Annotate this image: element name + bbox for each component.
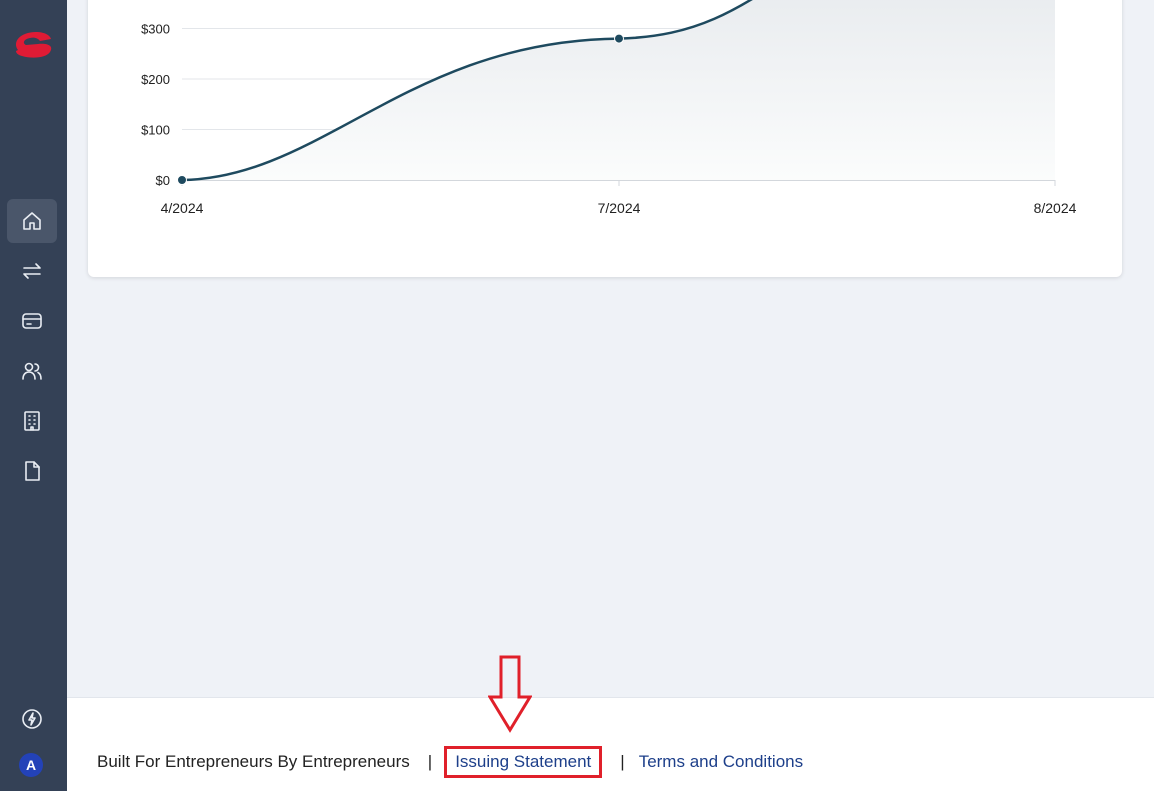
- users-icon: [22, 362, 42, 380]
- balance-chart: $0 $100 $200 $300 4/2024 7/2024 8/2024: [141, 0, 1077, 216]
- x-tick-label: 8/2024: [1034, 200, 1077, 216]
- footer: Built For Entrepreneurs By Entrepreneurs…: [67, 697, 1154, 791]
- nav-users[interactable]: [7, 349, 57, 393]
- y-tick-label: $0: [156, 173, 170, 188]
- footer-separator: |: [620, 752, 625, 771]
- down-arrow-annotation: [488, 655, 532, 733]
- building-icon: [24, 411, 40, 431]
- lightning-icon: [22, 709, 42, 729]
- x-tick-label: 4/2024: [161, 200, 204, 216]
- y-tick-label: $300: [141, 22, 170, 37]
- y-tick-label: $100: [141, 123, 170, 138]
- footer-separator: |: [427, 752, 433, 771]
- document-icon: [25, 461, 40, 481]
- nav-cards[interactable]: [7, 299, 57, 343]
- data-point: [177, 175, 187, 185]
- issuing-statement-link[interactable]: Issuing Statement: [455, 752, 591, 771]
- nav-company[interactable]: [7, 399, 57, 443]
- data-point: [614, 33, 624, 44]
- issuing-statement-highlight: Issuing Statement: [444, 746, 603, 778]
- terms-link[interactable]: Terms and Conditions: [639, 752, 803, 772]
- footer-tagline: Built For Entrepreneurs By Entrepreneurs: [97, 752, 410, 771]
- x-tick-label: 7/2024: [598, 200, 641, 216]
- credit-card-icon: [22, 313, 42, 329]
- nav-documents[interactable]: [7, 449, 57, 493]
- y-tick-label: $200: [141, 72, 170, 87]
- user-avatar[interactable]: A: [19, 753, 43, 777]
- transfer-arrows-icon: [23, 263, 41, 279]
- series-area: [182, 0, 1055, 180]
- nav-quick-actions[interactable]: [7, 697, 57, 741]
